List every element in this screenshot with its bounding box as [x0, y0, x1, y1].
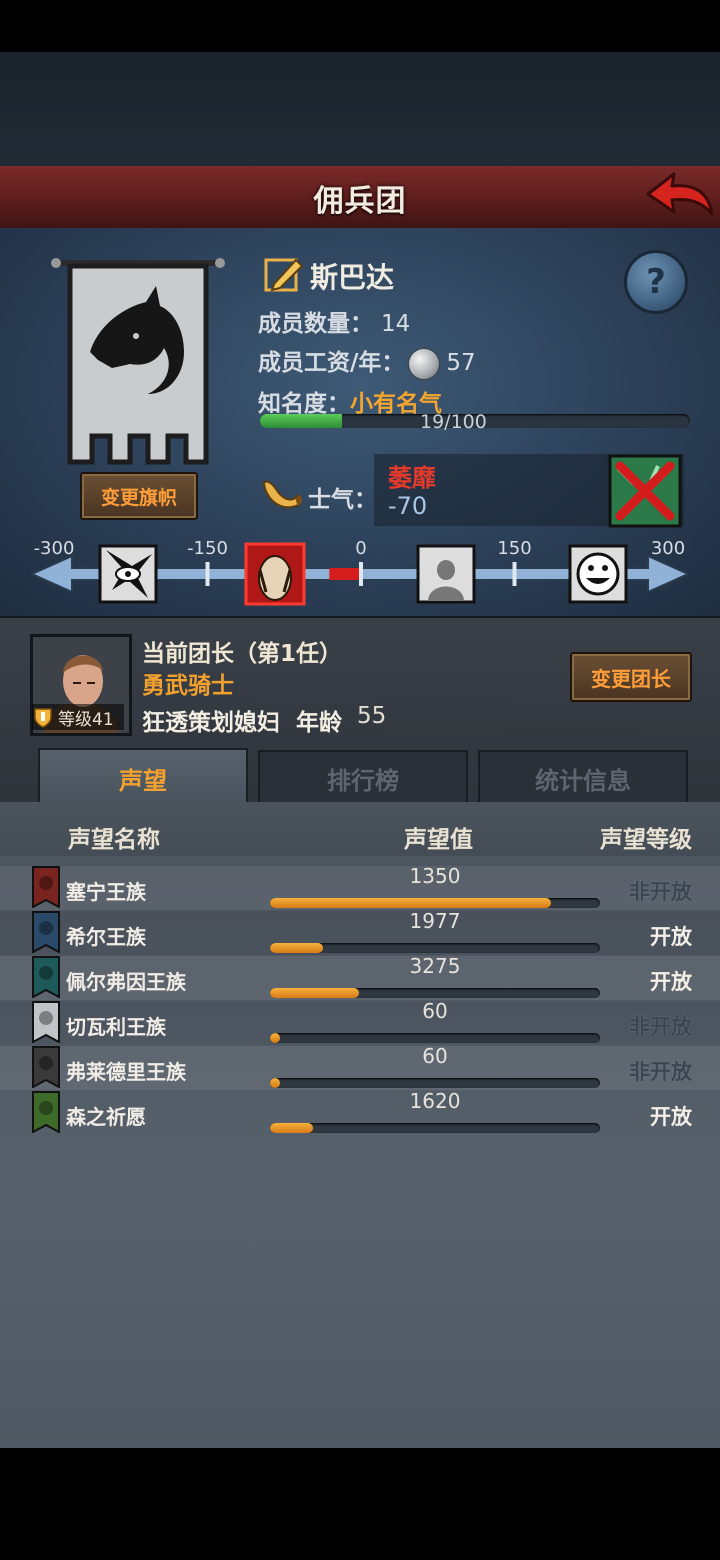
horn-icon: [260, 474, 302, 510]
morale-track: -300 -150 0 150 300: [28, 538, 692, 612]
member-wage: 成员工资/年： 57: [258, 343, 476, 380]
reputation-value: 3275: [409, 954, 461, 978]
reputation-value: 1977: [409, 909, 461, 933]
morale-tick: [205, 562, 210, 586]
table-row[interactable]: 佩尔弗因王族 3275 开放: [0, 954, 720, 1000]
faction-name: 佩尔弗因王族: [66, 970, 186, 994]
question-icon: ?: [646, 262, 666, 302]
faction-name: 弗莱德里王族: [66, 1060, 186, 1084]
table-row[interactable]: 森之祈愿 1620 开放: [0, 1089, 720, 1135]
morale-level-happy-icon: [568, 544, 628, 604]
morale-level-insane-icon: [98, 544, 158, 604]
page-title: 佣兵团: [313, 184, 407, 219]
faction-emblem-icon: [32, 956, 60, 998]
reputation-level: 开放: [650, 925, 692, 949]
status-bar-area: [0, 0, 720, 52]
members-label: 成员数量：: [258, 311, 373, 337]
tab-reputation[interactable]: 声望: [38, 748, 248, 806]
reputation-value: 60: [422, 999, 448, 1023]
leader-age-label: 年龄: [296, 710, 342, 736]
bottom-area: [0, 1448, 720, 1560]
guild-banner: [50, 256, 226, 466]
morale-value: -70: [388, 492, 428, 520]
reputation-level: 开放: [650, 1105, 692, 1129]
members-value: 14: [381, 311, 411, 337]
leader-age: 55: [357, 703, 387, 729]
reputation-bar-fill: [270, 1123, 313, 1133]
morale-state: 萎靡: [388, 464, 436, 492]
reputation-bar-fill: [270, 1033, 280, 1043]
morale-tick-label: 0: [355, 540, 366, 559]
faction-name: 塞宁王族: [66, 880, 146, 904]
morale-tick: [359, 562, 363, 586]
morale-tick: [512, 562, 517, 586]
reputation-value: 1350: [409, 864, 461, 888]
morale-level-depressed-icon: [244, 542, 306, 606]
reputation-bar-fill: [270, 943, 323, 953]
morale-label: 士气：: [308, 487, 377, 513]
edit-name-icon[interactable]: [262, 254, 304, 294]
reputation-value: 60: [422, 1044, 448, 1068]
table-row[interactable]: 塞宁王族 1350 非开放: [0, 864, 720, 910]
reputation-bar: [270, 1123, 600, 1133]
reputation-level: 非开放: [629, 880, 692, 904]
back-arrow-icon: [646, 172, 714, 216]
faction-emblem-icon: [32, 866, 60, 908]
help-button[interactable]: ?: [624, 250, 688, 314]
fame: 知名度：小有名气: [258, 384, 442, 418]
faction-emblem-icon: [32, 911, 60, 953]
morale-effect-icon[interactable]: [608, 454, 682, 528]
table-row[interactable]: 切瓦利王族 60 非开放: [0, 999, 720, 1045]
column-header-level: 声望等级: [600, 827, 692, 853]
reputation-bar: [270, 943, 600, 953]
table-row[interactable]: 弗莱德里王族 60 非开放: [0, 1044, 720, 1090]
reputation-bar: [270, 898, 600, 908]
leader-title: 当前团长（第1任）: [142, 641, 343, 667]
morale-tick-label: 300: [651, 540, 685, 559]
change-leader-button[interactable]: 变更团长: [570, 652, 692, 702]
reputation-value: 1620: [409, 1089, 461, 1113]
reputation-bar: [270, 1033, 600, 1043]
faction-name: 森之祈愿: [66, 1105, 146, 1129]
table-row[interactable]: 希尔王族 1977 开放: [0, 909, 720, 955]
reputation-level: 非开放: [629, 1060, 692, 1084]
reputation-level: 开放: [650, 970, 692, 994]
change-banner-button[interactable]: 变更旗帜: [80, 472, 198, 520]
silver-coin-icon: [408, 347, 441, 380]
reputation-bar: [270, 1078, 600, 1088]
morale-tick-label: -300: [34, 540, 75, 559]
level-badge: 等级41: [32, 704, 124, 730]
level-text: 等级41: [58, 709, 114, 730]
reputation-bar-fill: [270, 898, 551, 908]
faction-name: 切瓦利王族: [66, 1015, 166, 1039]
fame-progress-fill: [260, 414, 342, 428]
faction-emblem-icon: [32, 1001, 60, 1043]
leader-trait: 狂透策划媳妇: [142, 710, 280, 736]
top-background: [0, 52, 720, 168]
column-header-name: 声望名称: [68, 827, 160, 853]
back-button[interactable]: [640, 168, 716, 224]
faction-emblem-icon: [32, 1091, 60, 1133]
guild-name: 斯巴达: [310, 261, 395, 294]
reputation-bar-fill: [270, 1078, 280, 1088]
tab-ranking[interactable]: 排行榜: [258, 750, 468, 806]
faction-emblem-icon: [32, 1046, 60, 1088]
members-count: 成员数量： 14: [258, 304, 410, 338]
morale-tick-label: 150: [497, 540, 531, 559]
wage-label: 成员工资/年：: [258, 350, 405, 376]
morale-tick-label: -150: [187, 540, 228, 559]
reputation-bar: [270, 988, 600, 998]
leader-class: 勇武骑士: [142, 673, 234, 699]
faction-name: 希尔王族: [66, 925, 146, 949]
tab-statistics[interactable]: 统计信息: [478, 750, 688, 806]
reputation-bar-fill: [270, 988, 360, 998]
column-header-value: 声望值: [404, 827, 473, 853]
morale-current-segment: [329, 568, 361, 580]
fame-progress-text: 19/100: [420, 411, 487, 433]
reputation-level: 非开放: [629, 1015, 692, 1039]
shield-icon: [34, 708, 52, 728]
morale-level-calm-icon: [416, 544, 476, 604]
wage-value: 57: [446, 350, 476, 376]
